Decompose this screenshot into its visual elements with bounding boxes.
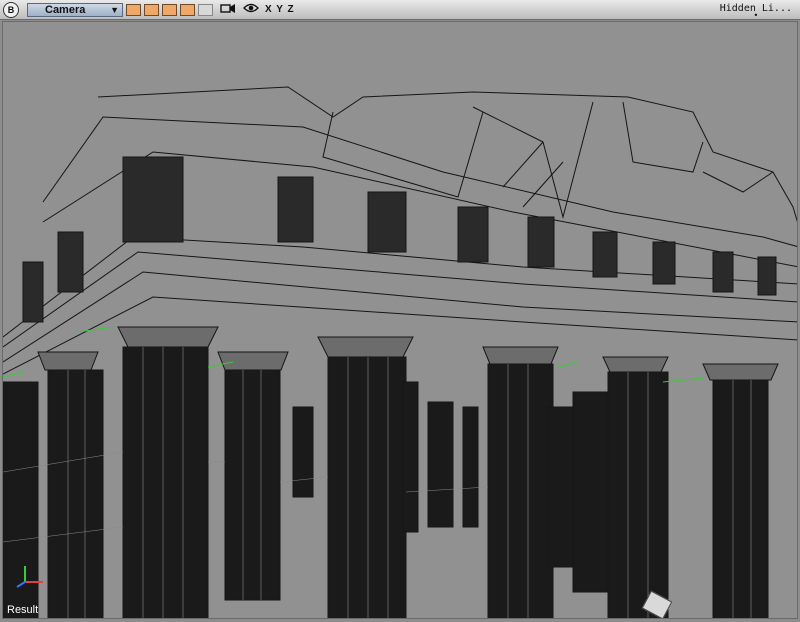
viewport-menu-button[interactable]: B: [3, 1, 19, 18]
view-mode-indicator: •: [753, 10, 759, 20]
viewport-status-label: Result: [7, 604, 39, 616]
camera-icon[interactable]: [220, 2, 236, 17]
camera-select-label: Camera: [45, 3, 86, 16]
camera-select[interactable]: Camera ▼: [27, 2, 123, 17]
axes-toggle[interactable]: X Y Z: [265, 4, 295, 15]
shading-toggle-5[interactable]: [198, 3, 213, 16]
shading-toggle-4[interactable]: [180, 3, 195, 16]
wireframe-scene: [3, 86, 797, 618]
viewport-toolbar: B Camera ▼ X Y Z Hidden Li... •: [0, 0, 800, 20]
shading-toggle-3[interactable]: [162, 3, 177, 16]
3d-viewport[interactable]: Result: [2, 21, 798, 619]
app-window: B Camera ▼ X Y Z Hidden Li... • Result: [0, 0, 800, 622]
shading-toggle-2[interactable]: [144, 3, 159, 16]
chevron-down-icon: ▼: [110, 4, 119, 15]
shading-toggle-1[interactable]: [126, 3, 141, 16]
view-mode-menu[interactable]: Hidden Li... •: [720, 3, 792, 20]
axis-gizmo-icon: [16, 566, 43, 588]
eye-icon[interactable]: [243, 2, 259, 17]
